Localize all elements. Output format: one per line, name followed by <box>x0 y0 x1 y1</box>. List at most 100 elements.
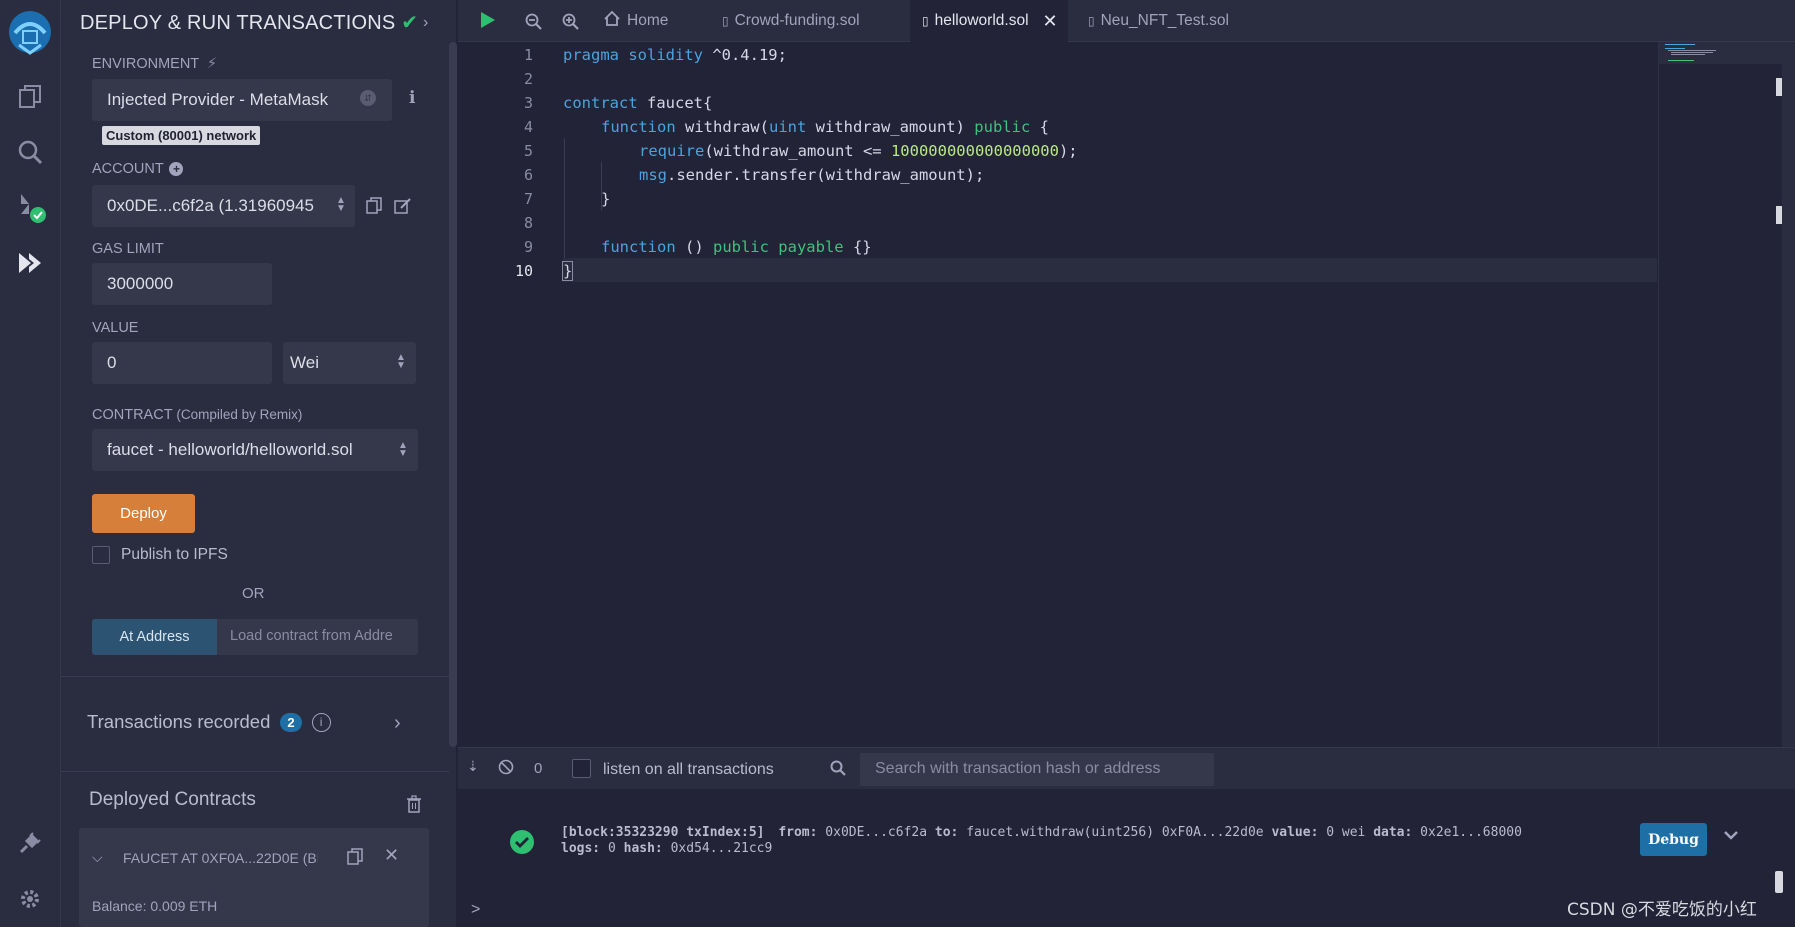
line-number-active: 10 <box>514 262 533 280</box>
remix-logo-icon[interactable] <box>6 8 54 56</box>
settings-gear-icon[interactable] <box>13 882 47 916</box>
code-token: public <box>974 118 1031 136</box>
run-script-icon[interactable] <box>478 10 498 35</box>
copy-address-icon[interactable] <box>347 848 363 871</box>
value-label: VALUE <box>92 320 138 336</box>
deployed-contracts-header: Deployed Contracts <box>89 789 256 811</box>
listen-all-label: listen on all transactions <box>603 761 774 779</box>
line-number: 1 <box>523 46 533 64</box>
tx-log-line-2[interactable]: logs: 0 hash: 0xd54...21cc9 <box>561 841 772 856</box>
line-number: 6 <box>523 166 533 184</box>
publish-ipfs-checkbox[interactable] <box>92 546 110 564</box>
contract-select[interactable]: faucet - helloworld/helloworld.sol <box>92 429 418 471</box>
terminal-prompt[interactable]: > <box>471 901 480 919</box>
at-address-input[interactable]: Load contract from Addre <box>217 619 418 655</box>
terminal-prompt-text: > <box>471 901 481 918</box>
contract-instance-title[interactable]: FAUCET AT 0XF0A...22D0E (BL <box>123 850 318 866</box>
tab-helloworld[interactable]: ▯ helloworld.sol ✕ <box>910 0 1068 42</box>
code-line: } <box>563 190 610 208</box>
gas-limit-label: GAS LIMIT <box>92 241 164 257</box>
editor-vertical-scrollbar[interactable] <box>1782 42 1795 747</box>
terminal-output: [block:35323290 txIndex:5] from: 0x0DE..… <box>458 789 1795 927</box>
line-number: 4 <box>523 118 533 136</box>
terminal-watermark: CSDN @不爱吃饭的小红 <box>1567 895 1757 920</box>
trash-icon[interactable] <box>406 795 422 818</box>
code-line: function withdraw(uint withdraw_amount) … <box>563 118 1049 136</box>
zoom-out-icon[interactable] <box>525 13 542 35</box>
at-address-label: At Address <box>119 629 190 645</box>
chevron-right-icon[interactable]: › <box>423 14 428 32</box>
pending-tx-count-text: 0 <box>534 760 543 777</box>
code-token: function <box>601 238 676 256</box>
at-address-button[interactable]: At Address <box>92 619 217 655</box>
account-value: 0x0DE...c6f2a (1.31960945 <box>107 196 314 215</box>
tab-crowd-funding[interactable]: ▯ Crowd-funding.sol <box>722 0 860 42</box>
plug-icon: ⚡ <box>206 56 218 72</box>
editor-minimap[interactable] <box>1658 42 1783 747</box>
code-token: contract <box>563 94 638 112</box>
gas-limit-input[interactable]: 3000000 <box>92 263 272 305</box>
close-tab-icon[interactable]: ✕ <box>1043 11 1058 32</box>
deployed-contract-card: ⌵ FAUCET AT 0XF0A...22D0E (BL ✕ Balance:… <box>79 828 429 927</box>
tx-block-info: [block:35323290 txIndex:5] <box>561 825 765 840</box>
value-amount: 0 <box>107 353 117 372</box>
tab-neu-nft-test[interactable]: ▯ Neu_NFT_Test.sol <box>1088 0 1229 42</box>
add-account-icon[interactable]: + <box>169 162 184 176</box>
value-input[interactable]: 0 <box>92 342 272 384</box>
debug-button[interactable]: Debug <box>1640 823 1707 856</box>
minimap-line <box>1671 54 1705 55</box>
expand-log-chevron-icon[interactable] <box>1723 827 1739 848</box>
info-icon[interactable]: ℹ <box>409 88 415 108</box>
contract-instance-title-text: FAUCET AT 0XF0A...22D0E (BL <box>123 850 318 866</box>
transactions-recorded-header[interactable]: Transactions recorded 2 i <box>87 711 331 733</box>
contract-value: faucet - helloworld/helloworld.sol <box>107 440 353 459</box>
or-text: OR <box>242 585 265 602</box>
transactions-expand-chevron-icon[interactable]: › <box>394 712 401 735</box>
search-icon[interactable] <box>13 135 47 169</box>
account-select[interactable]: 0x0DE...c6f2a (1.31960945 <box>92 185 355 227</box>
code-line: msg.sender.transfer(withdraw_amount); <box>563 166 984 184</box>
environment-label-text: ENVIRONMENT <box>92 56 199 72</box>
listen-all-checkbox[interactable] <box>572 759 591 778</box>
select-arrows-icon: ⇵ <box>360 90 376 106</box>
tx-to-value: faucet.withdraw(uint256) 0xF0A...22d0e <box>966 825 1264 840</box>
environment-select[interactable]: Injected Provider - MetaMask <box>92 79 392 121</box>
publish-ipfs-label-text: Publish to IPFS <box>121 546 228 563</box>
success-check-icon <box>509 829 535 860</box>
tx-to-label: to: <box>934 825 959 840</box>
contract-balance-text: Balance: 0.009 ETH <box>92 898 218 914</box>
zoom-in-icon[interactable] <box>562 13 579 35</box>
solidity-compiler-icon[interactable] <box>13 190 47 224</box>
copy-account-icon[interactable] <box>366 197 382 220</box>
line-number: 9 <box>523 238 533 256</box>
environment-value: Injected Provider - MetaMask <box>107 90 329 109</box>
clear-console-icon[interactable] <box>498 759 514 780</box>
minimap-line <box>1665 44 1695 45</box>
plugin-manager-icon[interactable] <box>13 826 47 860</box>
collapse-chevron-icon[interactable]: ⌵ <box>92 849 103 866</box>
code-token: {} <box>843 238 872 256</box>
remove-instance-icon[interactable]: ✕ <box>384 845 399 866</box>
minimap-line <box>1671 52 1713 53</box>
icon-rail <box>0 0 61 927</box>
deploy-run-icon[interactable] <box>13 246 47 280</box>
code-line: function () public payable {} <box>563 238 872 256</box>
tab-neu-nft-test-label: Neu_NFT_Test.sol <box>1100 12 1229 29</box>
panel-title: DEPLOY & RUN TRANSACTIONS ✔ <box>80 10 418 35</box>
panel-scrollbar[interactable] <box>449 42 457 747</box>
collapse-terminal-icon[interactable]: ⇣ <box>467 758 479 775</box>
tx-log-line-1[interactable]: [block:35323290 txIndex:5] from: 0x0DE..… <box>561 825 1522 840</box>
minimap-line <box>1668 60 1694 61</box>
edit-account-icon[interactable] <box>394 197 412 220</box>
code-token: ^0.4.19; <box>702 46 787 64</box>
tab-home[interactable]: Home <box>603 0 668 42</box>
debug-button-label: Debug <box>1648 831 1699 848</box>
code-editor[interactable]: pragma solidity ^0.4.19; contract faucet… <box>561 42 1657 747</box>
deploy-button[interactable]: Deploy <box>92 494 195 533</box>
transactions-count-badge: 2 <box>280 712 302 732</box>
transaction-search-input[interactable]: Search with transaction hash or address <box>860 753 1214 786</box>
terminal-scrollbar[interactable] <box>1775 871 1783 893</box>
panel-title-text: DEPLOY & RUN TRANSACTIONS <box>80 12 396 34</box>
file-explorer-icon[interactable] <box>13 80 47 114</box>
environment-label: ENVIRONMENT ⚡ <box>92 56 217 72</box>
